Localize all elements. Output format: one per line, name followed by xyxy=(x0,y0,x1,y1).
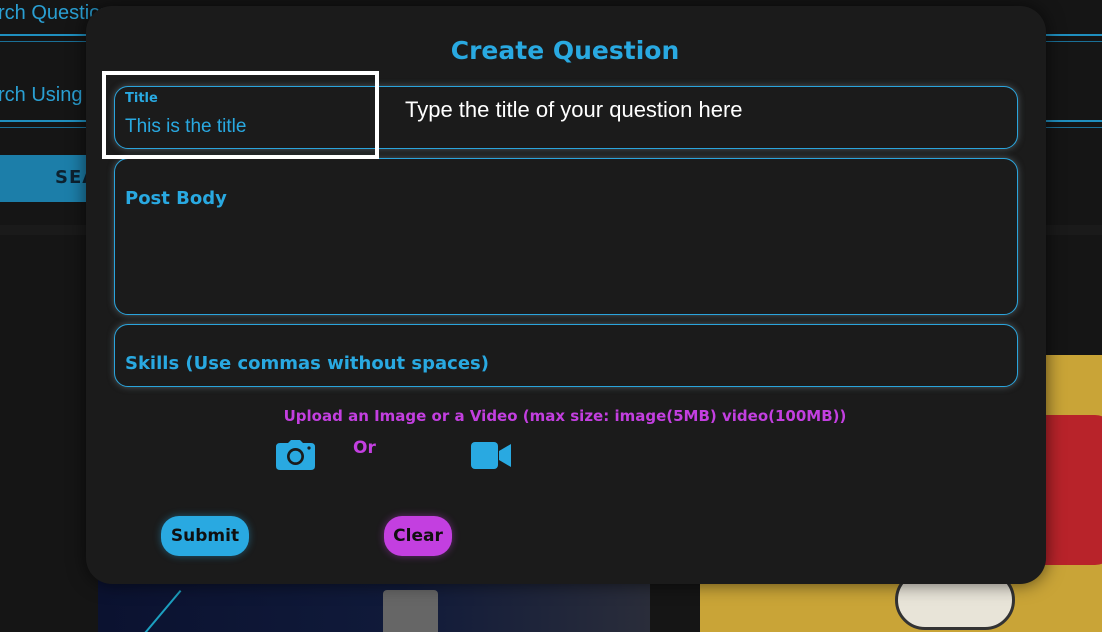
or-text: Or xyxy=(353,438,376,458)
upload-hint: Upload an Image or a Video (max size: im… xyxy=(283,407,847,425)
clear-button[interactable]: Clear xyxy=(384,516,452,556)
post-body-field[interactable]: Post Body xyxy=(114,158,1018,315)
camera-icon[interactable] xyxy=(276,440,315,470)
title-tooltip: Type the title of your question here xyxy=(405,97,743,122)
skills-placeholder: Skills (Use commas without spaces) xyxy=(125,353,489,374)
modal-title: Create Question xyxy=(450,36,680,65)
background-search-using-text: rch Using xyxy=(0,84,83,106)
skills-field[interactable]: Skills (Use commas without spaces) xyxy=(114,324,1018,387)
title-highlight-box xyxy=(102,71,379,159)
submit-button[interactable]: Submit xyxy=(161,516,249,556)
video-camera-icon[interactable] xyxy=(471,442,511,469)
post-body-placeholder: Post Body xyxy=(125,188,227,209)
